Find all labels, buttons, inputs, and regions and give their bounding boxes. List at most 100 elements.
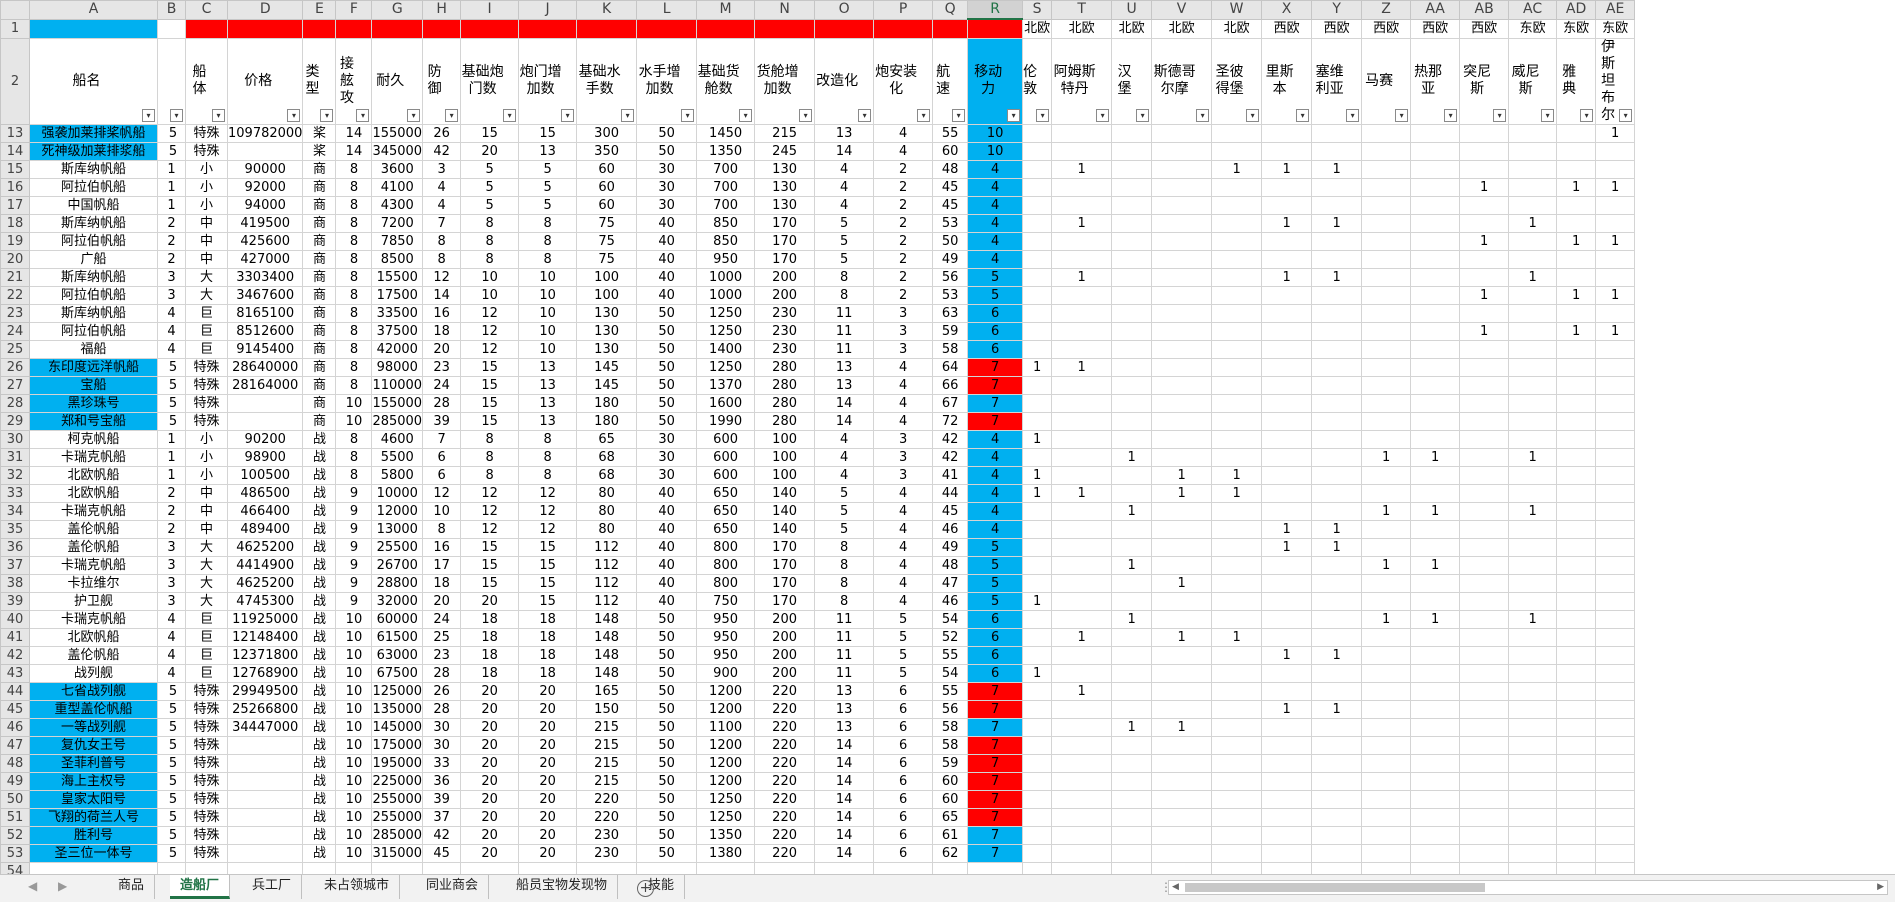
cell-ae[interactable] [1595,735,1636,755]
cell-x[interactable] [1261,375,1313,395]
cell-aa[interactable] [1410,573,1461,593]
cell-o[interactable]: 8 [814,573,875,593]
cell-p[interactable]: 2 [873,159,934,179]
cell-y[interactable] [1311,735,1363,755]
cell-k[interactable]: 150 [576,699,638,719]
cell-ae[interactable] [1595,141,1636,161]
cell-k[interactable]: 75 [576,231,638,251]
cell-d[interactable]: 12768900 [226,663,304,683]
cell-x[interactable] [1261,447,1313,467]
cell-x[interactable]: 1 [1261,267,1313,287]
cell-z[interactable] [1361,843,1412,863]
cell-e[interactable]: 战 [302,591,337,611]
cell-j[interactable]: 20 [518,753,578,773]
cell-ac[interactable] [1508,483,1558,503]
cell-ab[interactable] [1459,195,1510,215]
cell-c[interactable]: 特殊 [185,825,228,845]
cell-g[interactable]: 26700 [371,555,424,575]
cell-f[interactable]: 8 [335,249,373,269]
cell-o[interactable]: 4 [814,195,875,215]
cell-i[interactable]: 20 [460,843,520,863]
cell-v1[interactable]: 北欧 [1151,18,1213,39]
cell-r[interactable]: 4 [967,177,1024,197]
cell-ab[interactable]: 1 [1459,231,1510,251]
cell-q[interactable]: 47 [932,573,969,593]
cell-ac[interactable]: 1 [1508,447,1558,467]
cell-j[interactable]: 10 [518,321,578,341]
header-cell-t[interactable]: 阿姆斯特丹 ▾ [1051,37,1113,125]
column-header-g[interactable]: G [371,0,424,20]
cell-u[interactable] [1111,465,1153,485]
row-header[interactable]: 13 [0,123,30,143]
cell-q[interactable]: 61 [932,825,969,845]
cell-l[interactable]: 50 [636,789,698,809]
cell-f[interactable]: 8 [335,267,373,287]
cell-w[interactable] [1211,231,1263,251]
column-header-z[interactable]: Z [1361,0,1412,20]
cell-f[interactable]: 9 [335,591,373,611]
cell-e[interactable]: 战 [302,465,337,485]
cell-h[interactable]: 8 [422,519,462,539]
header-cell-ac[interactable]: 威尼斯 ▾ [1508,37,1558,125]
cell-s[interactable] [1022,447,1053,467]
cell-a[interactable]: 圣菲利普号 [29,753,158,773]
cell-x[interactable] [1261,501,1313,521]
cell-i[interactable]: 5 [460,159,520,179]
cell-q[interactable]: 64 [932,357,969,377]
cell-ac[interactable] [1508,123,1558,143]
cell-a[interactable]: 北欧帆船 [29,465,158,485]
cell-ae[interactable]: 1 [1595,177,1636,197]
cell-u[interactable] [1111,627,1153,647]
cell-n[interactable]: 280 [754,393,816,413]
cell-c[interactable]: 特殊 [185,699,228,719]
cell-v[interactable] [1151,303,1213,323]
cell-l[interactable]: 50 [636,411,698,431]
header-cell-s[interactable]: 伦敦 ▾ [1022,37,1053,125]
cell-u[interactable] [1111,231,1153,251]
cell-w[interactable] [1211,447,1263,467]
cell-i[interactable]: 12 [460,501,520,521]
cell-ac[interactable] [1508,231,1558,251]
cell-g[interactable]: 13000 [371,519,424,539]
cell-x[interactable] [1261,411,1313,431]
cell-j[interactable]: 20 [518,681,578,701]
row-header[interactable]: 29 [0,411,30,431]
cell-w[interactable]: 1 [1211,483,1263,503]
filter-dropdown-icon[interactable]: ▾ [681,108,695,122]
cell-h[interactable]: 17 [422,555,462,575]
column-header-d[interactable]: D [226,0,304,20]
cell-u[interactable] [1111,771,1153,791]
filter-dropdown-icon[interactable]: ▾ [170,108,183,122]
cell-s[interactable] [1022,717,1053,737]
cell-d[interactable]: 12148400 [226,627,304,647]
cell-g[interactable]: 135000 [371,699,424,719]
cell-r[interactable]: 6 [967,339,1024,359]
cell-ab[interactable] [1459,123,1510,143]
cell-i[interactable]: 15 [460,537,520,557]
cell-p[interactable]: 5 [873,609,934,629]
cell-f[interactable]: 8 [335,285,373,305]
cell-ae[interactable]: 1 [1595,123,1636,143]
filter-dropdown-icon[interactable]: ▾ [407,108,421,122]
cell-u[interactable] [1111,519,1153,539]
cell-d[interactable]: 25266800 [226,699,304,719]
cell-j[interactable]: 20 [518,699,578,719]
cell-x[interactable]: 1 [1261,699,1313,719]
cell-u[interactable]: 1 [1111,717,1153,737]
cell-y[interactable]: 1 [1311,699,1363,719]
cell-g[interactable]: 175000 [371,735,424,755]
cell-z[interactable] [1361,663,1412,683]
cell-b[interactable]: 1 [157,429,186,449]
cell-o[interactable]: 8 [814,267,875,287]
cell-s[interactable] [1022,537,1053,557]
cell-o[interactable]: 14 [814,141,875,161]
cell-u[interactable] [1111,213,1153,233]
cell-g[interactable]: 3600 [371,159,424,179]
cell-z[interactable] [1361,375,1412,395]
filter-dropdown-icon[interactable]: ▾ [917,108,931,122]
cell-o[interactable]: 11 [814,321,875,341]
cell-h[interactable]: 26 [422,681,462,701]
cell-v[interactable] [1151,843,1213,863]
cell-b[interactable]: 3 [157,573,186,593]
cell-c[interactable]: 大 [185,537,228,557]
